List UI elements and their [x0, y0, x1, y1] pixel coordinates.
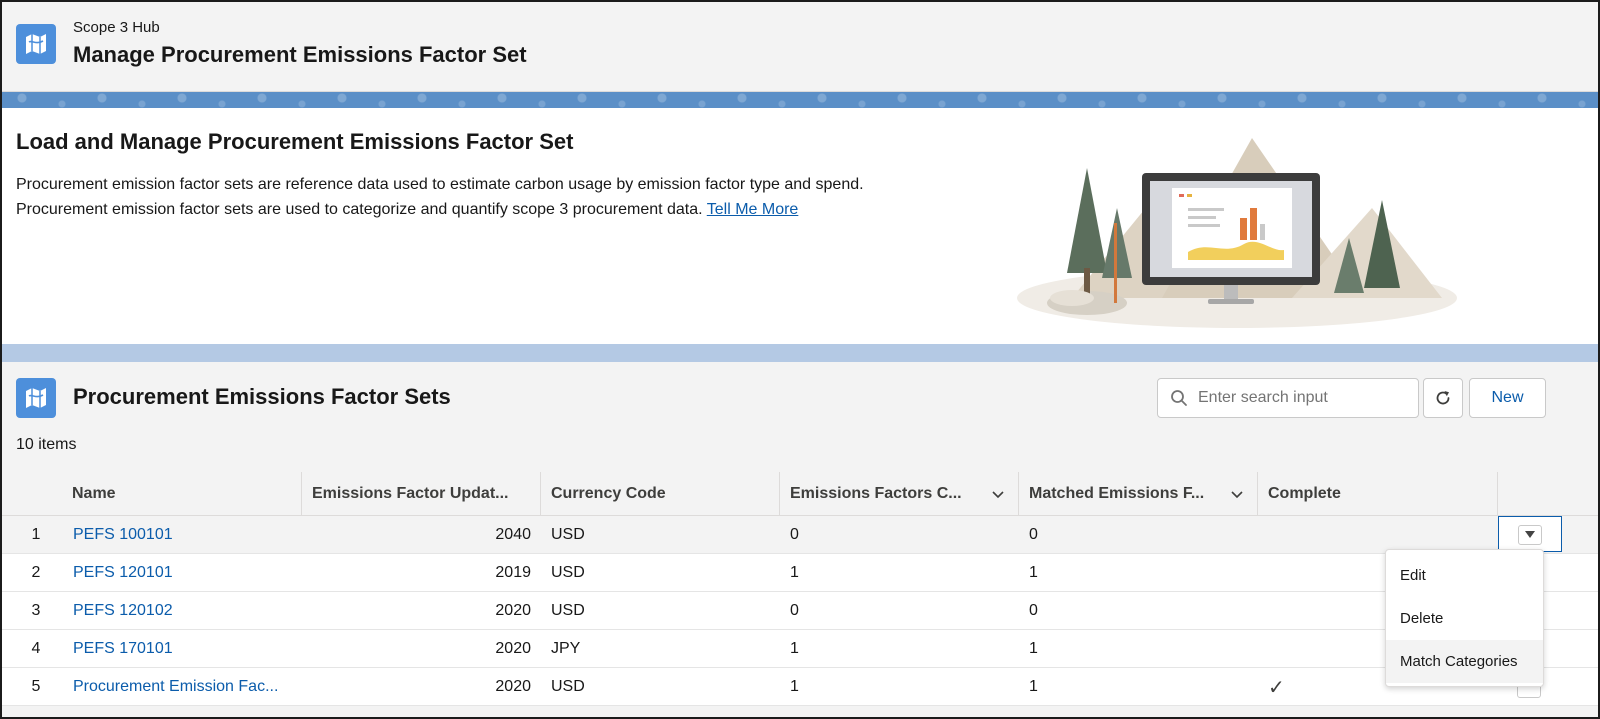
breadcrumb: Scope 3 Hub	[73, 19, 160, 36]
record-link[interactable]: PEFS 120102	[73, 592, 293, 630]
currency-code: USD	[551, 678, 585, 695]
search-box[interactable]	[1157, 378, 1419, 418]
matched-count: 0	[1029, 526, 1038, 543]
decorative-strip	[2, 92, 1598, 108]
record-link[interactable]: PEFS 170101	[73, 630, 293, 668]
menu-item-edit[interactable]: Edit	[1386, 554, 1543, 597]
updated-year: 2019	[495, 564, 531, 581]
section-divider	[2, 344, 1598, 362]
illustration-image	[1017, 138, 1457, 328]
row-action-button[interactable]	[1518, 525, 1542, 545]
factors-count: 1	[790, 678, 799, 695]
record-link[interactable]: PEFS 100101	[73, 516, 293, 554]
factors-count: 1	[790, 640, 799, 657]
currency-code: USD	[551, 526, 585, 543]
row-number: 5	[31, 678, 41, 695]
chevron-down-icon[interactable]	[990, 486, 1006, 502]
new-button[interactable]: New	[1469, 378, 1546, 418]
updated-year: 2040	[495, 526, 531, 543]
matched-count: 1	[1029, 640, 1038, 657]
map-icon	[16, 24, 56, 64]
factors-count: 0	[790, 526, 799, 543]
column-header-name[interactable]: Name	[62, 472, 302, 516]
data-table: Name Emissions Factor Updat... Currency …	[2, 472, 1598, 706]
column-header-complete[interactable]: Complete	[1258, 472, 1498, 516]
column-header-updated[interactable]: Emissions Factor Updat...	[302, 472, 541, 516]
column-header-currency[interactable]: Currency Code	[541, 472, 780, 516]
search-input[interactable]	[1198, 389, 1408, 407]
record-link[interactable]: PEFS 120101	[73, 554, 293, 592]
row-number: 1	[31, 526, 41, 543]
menu-item-match-categories[interactable]: Match Categories	[1386, 640, 1543, 683]
table-row: 2 PEFS 120101 2019 USD 1 1	[2, 554, 1598, 592]
matched-count: 1	[1029, 564, 1038, 581]
matched-count: 0	[1029, 602, 1038, 619]
map-icon	[16, 378, 56, 418]
table-row: 4 PEFS 170101 2020 JPY 1 1	[2, 630, 1598, 668]
tell-me-more-link[interactable]: Tell Me More	[707, 201, 799, 218]
caret-down-icon	[1525, 531, 1535, 538]
updated-year: 2020	[495, 602, 531, 619]
page-title: Manage Procurement Emissions Factor Set	[73, 42, 527, 67]
updated-year: 2020	[495, 640, 531, 657]
column-header-factors-label: Emissions Factors C...	[790, 485, 962, 502]
record-link[interactable]: Procurement Emission Fac...	[73, 668, 293, 706]
row-action-cell[interactable]	[1498, 516, 1562, 552]
table-row: 1 PEFS 100101 2040 USD 0 0	[2, 516, 1598, 554]
row-number: 3	[31, 602, 41, 619]
table-row: 5 Procurement Emission Fac... 2020 USD 1…	[2, 668, 1598, 706]
column-header-factors[interactable]: Emissions Factors C...	[780, 472, 1019, 516]
page-header: Scope 3 Hub Manage Procurement Emissions…	[2, 2, 1598, 92]
intro-description: Procurement emission factor sets are ref…	[16, 172, 896, 222]
currency-code: JPY	[551, 640, 581, 657]
chevron-down-icon[interactable]	[1229, 486, 1245, 502]
check-icon: ✓	[1268, 676, 1285, 699]
factors-count: 1	[790, 564, 799, 581]
table-row: 3 PEFS 120102 2020 USD 0 0	[2, 592, 1598, 630]
matched-count: 1	[1029, 678, 1038, 695]
refresh-icon	[1436, 391, 1450, 405]
app-window: Scope 3 Hub Manage Procurement Emissions…	[0, 0, 1600, 719]
search-icon	[1171, 390, 1187, 406]
row-number: 4	[31, 640, 41, 657]
currency-code: USD	[551, 564, 585, 581]
list-view: Procurement Emissions Factor Sets 10 ite…	[2, 362, 1598, 717]
intro-heading: Load and Manage Procurement Emissions Fa…	[16, 129, 574, 154]
refresh-button[interactable]	[1423, 378, 1463, 418]
currency-code: USD	[551, 602, 585, 619]
menu-item-delete[interactable]: Delete	[1386, 597, 1543, 640]
column-header-matched-label: Matched Emissions F...	[1029, 485, 1205, 502]
intro-card: Load and Manage Procurement Emissions Fa…	[2, 108, 1598, 344]
row-number: 2	[31, 564, 41, 581]
factors-count: 0	[790, 602, 799, 619]
table-header: Name Emissions Factor Updat... Currency …	[2, 472, 1598, 516]
row-action-menu: Edit Delete Match Categories	[1385, 549, 1544, 687]
updated-year: 2020	[495, 678, 531, 695]
item-count: 10 items	[16, 436, 77, 453]
column-header-matched[interactable]: Matched Emissions F...	[1019, 472, 1258, 516]
list-title: Procurement Emissions Factor Sets	[73, 384, 451, 409]
